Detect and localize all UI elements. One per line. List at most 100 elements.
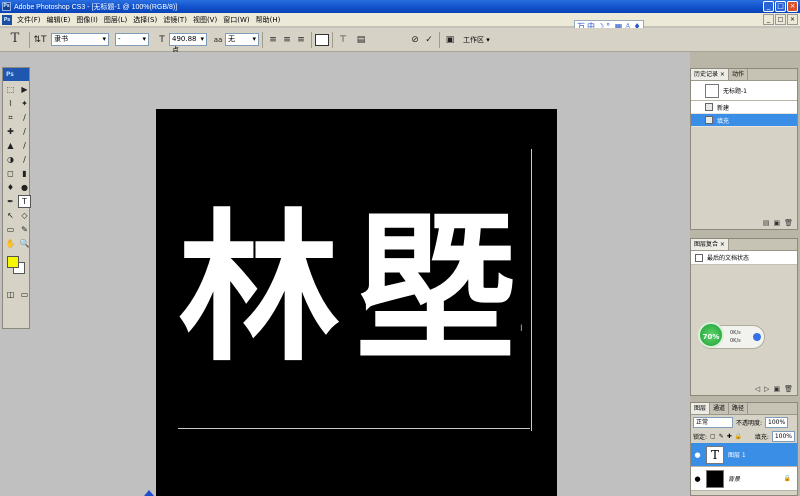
history-footer: ▤ ▣ 🗑	[691, 217, 797, 229]
tab-paths[interactable]: 路径	[729, 403, 749, 414]
cancel-edit-icon[interactable]: ⊘	[408, 33, 422, 47]
tab-layers[interactable]: 图层	[691, 403, 711, 414]
history-brush-tool-icon[interactable]: ∕	[18, 139, 31, 152]
layer-row[interactable]: ● 背景 🔒	[691, 467, 797, 491]
healing-tool-icon[interactable]: ✚	[4, 125, 17, 138]
text-color-swatch[interactable]	[315, 33, 329, 46]
quick-mask-icon[interactable]: ◫	[4, 288, 17, 301]
blend-mode-select[interactable]: 正常	[693, 416, 733, 428]
font-family-select[interactable]: 隶书	[51, 33, 109, 46]
gradient-tool-icon[interactable]: ∕	[18, 153, 31, 166]
menu-edit[interactable]: 编辑(E)	[44, 15, 74, 25]
bridge-icon[interactable]: ▣	[443, 33, 457, 47]
doc-restore-button[interactable]: □	[775, 14, 786, 25]
new-comp-icon[interactable]: ▣	[773, 385, 780, 393]
menu-filter[interactable]: 滤镜(T)	[160, 15, 190, 25]
lock-pixels-icon[interactable]: ✎	[719, 433, 724, 440]
document-workspace: 林塈 I	[34, 52, 689, 496]
anti-alias-select[interactable]: 无	[225, 33, 259, 46]
palettes-icon[interactable]: ▤	[354, 33, 368, 47]
tab-layer-comps[interactable]: 图层复合 ×	[691, 239, 729, 250]
lasso-tool-icon[interactable]: ⌇	[4, 97, 17, 110]
font-size-select[interactable]: 490.88 点	[169, 33, 207, 54]
document-canvas[interactable]: 林塈 I	[156, 109, 557, 496]
last-document-state[interactable]: 最后的文档状态	[691, 251, 797, 265]
pen-tool-icon[interactable]: ♦	[4, 181, 17, 194]
eraser-tool-icon[interactable]: ◑	[4, 153, 17, 166]
workspace-menu[interactable]: 工作区 ▾	[463, 35, 490, 45]
tab-actions[interactable]: 动作	[729, 69, 748, 80]
move-tool-icon[interactable]: ▶	[18, 83, 31, 96]
menu-view[interactable]: 视图(V)	[190, 15, 220, 25]
menu-file[interactable]: 文件(F)	[14, 15, 44, 25]
doc-close-button[interactable]: ×	[787, 14, 798, 25]
eyedropper-tool-icon[interactable]: ✎	[18, 223, 31, 236]
hand-tool-icon[interactable]: ✋	[4, 237, 17, 250]
new-snapshot-icon[interactable]: ▣	[773, 219, 780, 227]
menu-help[interactable]: 帮助(H)	[253, 15, 284, 25]
separator	[262, 31, 263, 48]
blur-tool-icon[interactable]: ◻	[4, 167, 17, 180]
next-comp-icon[interactable]: ▷	[764, 385, 769, 393]
tab-history[interactable]: 历史记录 ×	[691, 69, 729, 80]
apply-comp-checkbox[interactable]	[695, 253, 703, 262]
brush-tool-icon[interactable]: ∕	[18, 125, 31, 138]
tab-channels[interactable]: 通道	[710, 403, 730, 414]
previous-comp-icon[interactable]: ◁	[755, 385, 760, 393]
visibility-eye-icon[interactable]: ●	[693, 451, 702, 459]
menu-window[interactable]: 窗口(W)	[220, 15, 252, 25]
zoom-tool-icon[interactable]: 🔍	[18, 237, 31, 250]
canvas-text-layer[interactable]: 林塈	[178, 209, 530, 371]
foreground-color-swatch[interactable]	[7, 256, 19, 268]
minimize-button[interactable]: _	[763, 1, 774, 12]
shape-tool-icon[interactable]: ◇	[18, 209, 31, 222]
maximize-button[interactable]: □	[775, 1, 786, 12]
visibility-eye-icon[interactable]: ●	[693, 475, 702, 483]
history-item[interactable]: 新建	[691, 101, 797, 114]
burn-tool-icon[interactable]: ●	[18, 181, 31, 194]
lock-transparency-icon[interactable]: ▢	[710, 433, 716, 440]
lock-all-icon[interactable]: 🔒	[735, 433, 742, 440]
usage-gauge: 70%	[698, 322, 724, 348]
doc-minimize-button[interactable]: _	[763, 14, 774, 25]
align-left-icon[interactable]: ≡	[266, 33, 280, 47]
menu-select[interactable]: 选择(S)	[130, 15, 160, 25]
layer-row[interactable]: ● T 图层 1	[691, 443, 797, 467]
text-tool-preset-icon[interactable]: T	[4, 31, 26, 49]
screen-mode-icon[interactable]: ▭	[18, 288, 31, 301]
delete-state-icon[interactable]: 🗑	[784, 219, 793, 227]
toolbox: Ps ⬚ ▶ ⌇ ✦ ⌗ ∕ ✚ ∕ ▲ ∕ ◑ ∕ ◻ ▮ ♦ ● ✒ T ↖…	[2, 67, 31, 329]
menu-image[interactable]: 图像(I)	[73, 15, 101, 25]
lock-position-icon[interactable]: ✚	[727, 433, 732, 440]
slice-tool-icon[interactable]: ∕	[18, 111, 31, 124]
notes-tool-icon[interactable]: ▭	[4, 223, 17, 236]
path-tool-icon[interactable]: ✒	[4, 195, 17, 208]
magic-wand-tool-icon[interactable]: ✦	[18, 97, 31, 110]
type-tool-icon[interactable]: T	[18, 195, 31, 208]
crop-tool-icon[interactable]: ⌗	[4, 111, 17, 124]
history-item[interactable]: 填充	[691, 114, 797, 127]
layer-name[interactable]: 背景	[728, 474, 740, 483]
snapshot-thumbnail	[705, 83, 719, 98]
path-selection-tool-icon[interactable]: ↖	[4, 209, 17, 222]
fill-icon	[705, 116, 713, 124]
new-document-from-state-icon[interactable]: ▤	[763, 219, 770, 227]
warp-text-icon[interactable]: ⊤	[336, 33, 350, 47]
stamp-tool-icon[interactable]: ▲	[4, 139, 17, 152]
history-snapshot[interactable]: 无标题-1	[691, 81, 797, 101]
marquee-tool-icon[interactable]: ⬚	[4, 83, 17, 96]
text-baseline	[178, 428, 530, 429]
align-right-icon[interactable]: ≡	[294, 33, 308, 47]
commit-edit-icon[interactable]: ✓	[422, 33, 436, 47]
menu-layer[interactable]: 图层(L)	[101, 15, 130, 25]
font-style-select[interactable]: -	[115, 33, 149, 46]
layer-name[interactable]: 图层 1	[728, 450, 746, 459]
document-icon[interactable]: Ps	[2, 14, 12, 25]
dodge-tool-icon[interactable]: ▮	[18, 167, 31, 180]
fill-input[interactable]: 100%	[771, 430, 795, 442]
delete-comp-icon[interactable]: 🗑	[784, 385, 793, 393]
text-orientation-icon[interactable]: ⇅T	[33, 33, 47, 47]
opacity-input[interactable]: 100%	[765, 416, 789, 428]
close-button[interactable]: ×	[787, 1, 798, 12]
align-center-icon[interactable]: ≡	[280, 33, 294, 47]
